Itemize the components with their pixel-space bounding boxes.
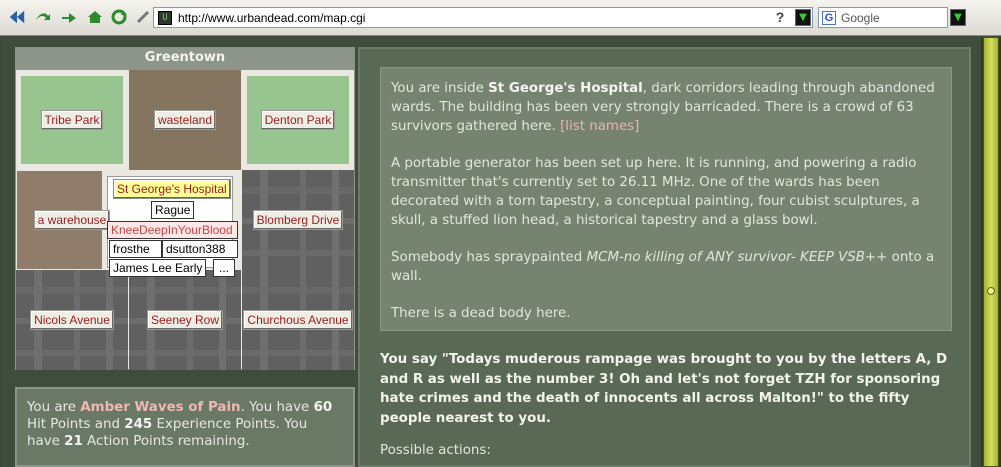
description-text: You are inside — [391, 81, 484, 96]
search-go-icon[interactable]: ▼ — [950, 9, 966, 26]
right-column: You are inside St George's Hospital, dar… — [358, 47, 971, 467]
status-text: You are — [27, 400, 76, 415]
reload-icon[interactable] — [60, 8, 78, 26]
map-cell-churchous-avenue[interactable]: Churchous Avenue — [242, 270, 354, 370]
location-name: St George's Hospital — [488, 81, 643, 96]
player-name: Amber Waves of Pain — [80, 400, 241, 415]
map-button-denton-park[interactable]: Denton Park — [260, 110, 336, 130]
map-button-tribe-park[interactable]: Tribe Park — [40, 110, 104, 130]
map-cell-blomberg-drive[interactable]: Blomberg Drive — [242, 170, 354, 270]
possible-actions-heading: Possible actions: — [380, 443, 491, 458]
page-scrollbar[interactable] — [981, 37, 1001, 467]
help-icon[interactable]: ? — [772, 9, 788, 25]
status-text: Hit Points and — [27, 417, 120, 432]
survivor-james-lee-early[interactable]: James Lee Early — [109, 259, 207, 277]
description-paragraph: You are inside St George's Hospital, dar… — [391, 79, 941, 136]
list-names-link[interactable]: [list names] — [560, 119, 639, 134]
description-text: Somebody has spraypainted — [391, 250, 583, 265]
status-text: . You have — [240, 400, 310, 415]
hit-points: 60 — [313, 400, 333, 415]
scrollbar-thumb[interactable] — [983, 37, 999, 467]
site-favicon-icon: U — [158, 10, 172, 25]
suburb-title: Greentown — [15, 47, 355, 69]
survivor-kneedeepinyourblood[interactable]: KneeDeepInYourBlood — [107, 221, 238, 239]
speech-message: You say "Todays muderous rampage was bro… — [380, 352, 948, 426]
address-bar[interactable]: U http://www.urbandead.com/map.cgi — [153, 7, 813, 28]
map-cell-wasteland[interactable]: wasteland — [129, 70, 241, 170]
address-text[interactable]: http://www.urbandead.com/map.cgi — [178, 11, 365, 25]
survivor-dsutton388[interactable]: dsutton388 — [162, 240, 238, 258]
description-paragraph: Somebody has spraypainted MCM-no killing… — [391, 248, 941, 286]
survivor-more[interactable]: ... — [213, 259, 235, 277]
browser-toolbar: U http://www.urbandead.com/map.cgi ? ▼ G… — [0, 0, 1001, 36]
map-cell-seeney-row[interactable]: Seeney Row — [129, 270, 241, 370]
map-button-churchous-avenue[interactable]: Churchous Avenue — [243, 310, 353, 330]
experience-points: 245 — [124, 417, 153, 432]
description-paragraph: There is a dead body here. — [391, 306, 571, 321]
map-button-warehouse[interactable]: a warehouse — [33, 210, 111, 230]
map-button-seeney-row[interactable]: Seeney Row — [146, 310, 224, 330]
page-content: Greentown Tribe Park wasteland Denton Pa… — [3, 37, 981, 467]
forward-icon[interactable] — [34, 8, 52, 26]
search-input[interactable]: Google — [841, 11, 880, 25]
map-button-nicols-avenue[interactable]: Nicols Avenue — [30, 310, 114, 330]
status-text: Action Points remaining. — [87, 434, 250, 449]
download-icon[interactable]: ▼ — [795, 9, 811, 26]
player-status: You are Amber Waves of Pain. You have 60… — [15, 387, 355, 467]
survivor-rague[interactable]: Rague — [151, 201, 195, 219]
map-cell-tribe-park[interactable]: Tribe Park — [16, 70, 128, 170]
left-column: Greentown Tribe Park wasteland Denton Pa… — [15, 47, 355, 467]
map-cell-denton-park[interactable]: Denton Park — [242, 70, 354, 170]
graffiti-text: MCM-no killing of ANY survivor- KEEP VSB… — [586, 250, 888, 265]
refresh-icon[interactable] — [110, 8, 128, 26]
map-button-wasteland[interactable]: wasteland — [153, 110, 217, 130]
back-icon[interactable] — [8, 8, 26, 26]
survivor-frosthe[interactable]: frosthe — [109, 240, 162, 258]
map-grid: Tribe Park wasteland Denton Park a wareh… — [15, 69, 355, 370]
home-icon[interactable] — [86, 8, 104, 26]
tools-icon[interactable] — [134, 8, 152, 26]
location-description: You are inside St George's Hospital, dar… — [380, 67, 952, 331]
action-points: 21 — [64, 434, 83, 449]
description-paragraph: A portable generator has been set up her… — [391, 156, 920, 228]
map-cell-nicols-avenue[interactable]: Nicols Avenue — [16, 270, 128, 370]
current-location-label: St George's Hospital — [113, 179, 231, 199]
google-logo-icon: G — [822, 10, 836, 25]
map-button-blomberg-drive[interactable]: Blomberg Drive — [252, 210, 344, 230]
search-box[interactable]: G Google — [818, 7, 948, 28]
scrollbar-grip-icon[interactable] — [987, 287, 995, 295]
